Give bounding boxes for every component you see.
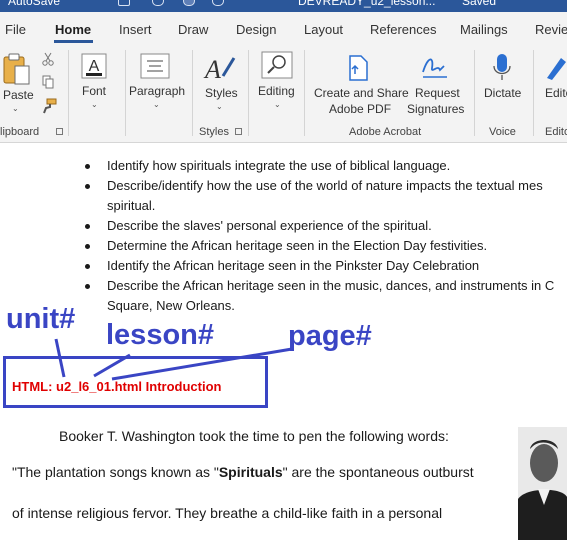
- font-label: Font: [82, 84, 107, 98]
- saved-status: Saved: [462, 0, 497, 8]
- undo-icon[interactable]: [152, 0, 164, 6]
- paragraph-align-icon: [140, 53, 170, 79]
- acrobat-group-label: Adobe Acrobat: [349, 126, 422, 138]
- tab-layout[interactable]: Layout: [304, 22, 343, 37]
- tab-design[interactable]: Design: [236, 22, 276, 37]
- scissors-icon: [42, 52, 54, 66]
- copy-icon: [42, 75, 54, 89]
- magnifier-icon: [261, 51, 293, 79]
- cut-button[interactable]: [42, 52, 54, 66]
- tab-references[interactable]: References: [370, 22, 436, 37]
- divider: [304, 50, 305, 136]
- active-tab-indicator: [54, 40, 93, 43]
- document-page[interactable]: Identify how spirituals integrate the us…: [0, 143, 567, 540]
- dictate-label: Dictate: [484, 86, 522, 100]
- editor-label: Edito: [545, 86, 567, 100]
- signature-icon: [422, 58, 447, 78]
- tab-draw[interactable]: Draw: [178, 22, 208, 37]
- request-signatures-label-1: Request: [415, 86, 460, 100]
- body-paragraph: Booker T. Washington took the time to pe…: [59, 428, 449, 444]
- paste-dropdown-icon[interactable]: ⌄: [12, 104, 19, 113]
- editor-pen-icon: [547, 58, 566, 80]
- portrait-photo: [518, 427, 567, 540]
- create-share-label-1: Create and Share: [314, 86, 409, 100]
- request-signatures-label-2: Signatures: [407, 102, 465, 116]
- copy-button[interactable]: [42, 75, 54, 89]
- create-share-pdf-button[interactable]: [345, 54, 371, 82]
- redo-icon[interactable]: [183, 0, 195, 6]
- svg-text:A: A: [203, 55, 221, 84]
- paragraph-dropdown-icon[interactable]: ⌄: [153, 100, 160, 109]
- request-signatures-button[interactable]: [420, 54, 450, 80]
- title-bar: AutoSave DEVREADY_u2_lesson... Saved: [0, 0, 567, 12]
- svg-text:A: A: [89, 58, 100, 75]
- body-paragraph: of intense religious fervor. They breath…: [12, 505, 443, 521]
- html-filename-line: HTML: u2_l6_01.html Introduction: [12, 379, 222, 394]
- paragraph-label: Paragraph: [129, 84, 186, 98]
- tab-review[interactable]: Revie: [535, 22, 567, 37]
- redo-icon-2[interactable]: [212, 0, 224, 6]
- divider: [68, 50, 69, 136]
- document-filename: DEVREADY_u2_lesson...: [298, 0, 436, 8]
- tab-file[interactable]: File: [5, 22, 26, 37]
- voice-group-label: Voice: [489, 126, 516, 138]
- divider: [125, 50, 126, 136]
- tab-home[interactable]: Home: [55, 22, 91, 37]
- font-color-icon: A: [81, 53, 107, 79]
- tab-mailings[interactable]: Mailings: [460, 22, 508, 37]
- clipboard-paste-icon: [3, 53, 30, 85]
- ribbon: Paste ⌄ lipboard A Font ⌄ Paragraph ⌄ A …: [0, 46, 567, 143]
- format-painter-icon: [43, 98, 57, 114]
- paste-label: Paste: [3, 88, 34, 102]
- styles-dialog-launcher-icon[interactable]: [235, 128, 242, 135]
- pdf-create-icon: [349, 55, 368, 81]
- create-share-label-2: Adobe PDF: [329, 102, 392, 116]
- divider: [533, 50, 534, 136]
- dictate-button[interactable]: [493, 52, 511, 82]
- editor-button[interactable]: [543, 54, 567, 82]
- divider: [192, 50, 193, 136]
- clipboard-group-label: lipboard: [0, 126, 40, 138]
- body-paragraph: "The plantation songs known as "Spiritua…: [12, 464, 474, 480]
- save-icon[interactable]: [118, 0, 130, 6]
- tab-insert[interactable]: Insert: [119, 22, 152, 37]
- editor-group-label: Edito: [545, 126, 567, 138]
- clipboard-dialog-launcher-icon[interactable]: [56, 128, 63, 135]
- autosave-label[interactable]: AutoSave: [8, 0, 60, 8]
- divider: [474, 50, 475, 136]
- styles-icon: A: [203, 55, 236, 84]
- styles-dropdown-icon[interactable]: ⌄: [216, 102, 223, 111]
- styles-label: Styles: [205, 86, 238, 100]
- editing-dropdown-icon[interactable]: ⌄: [274, 100, 281, 109]
- microphone-icon: [493, 54, 511, 80]
- divider: [248, 50, 249, 136]
- font-dropdown-icon[interactable]: ⌄: [91, 100, 98, 109]
- styles-group-label: Styles: [199, 126, 229, 138]
- editing-label: Editing: [258, 84, 295, 98]
- format-painter-button[interactable]: [41, 98, 57, 114]
